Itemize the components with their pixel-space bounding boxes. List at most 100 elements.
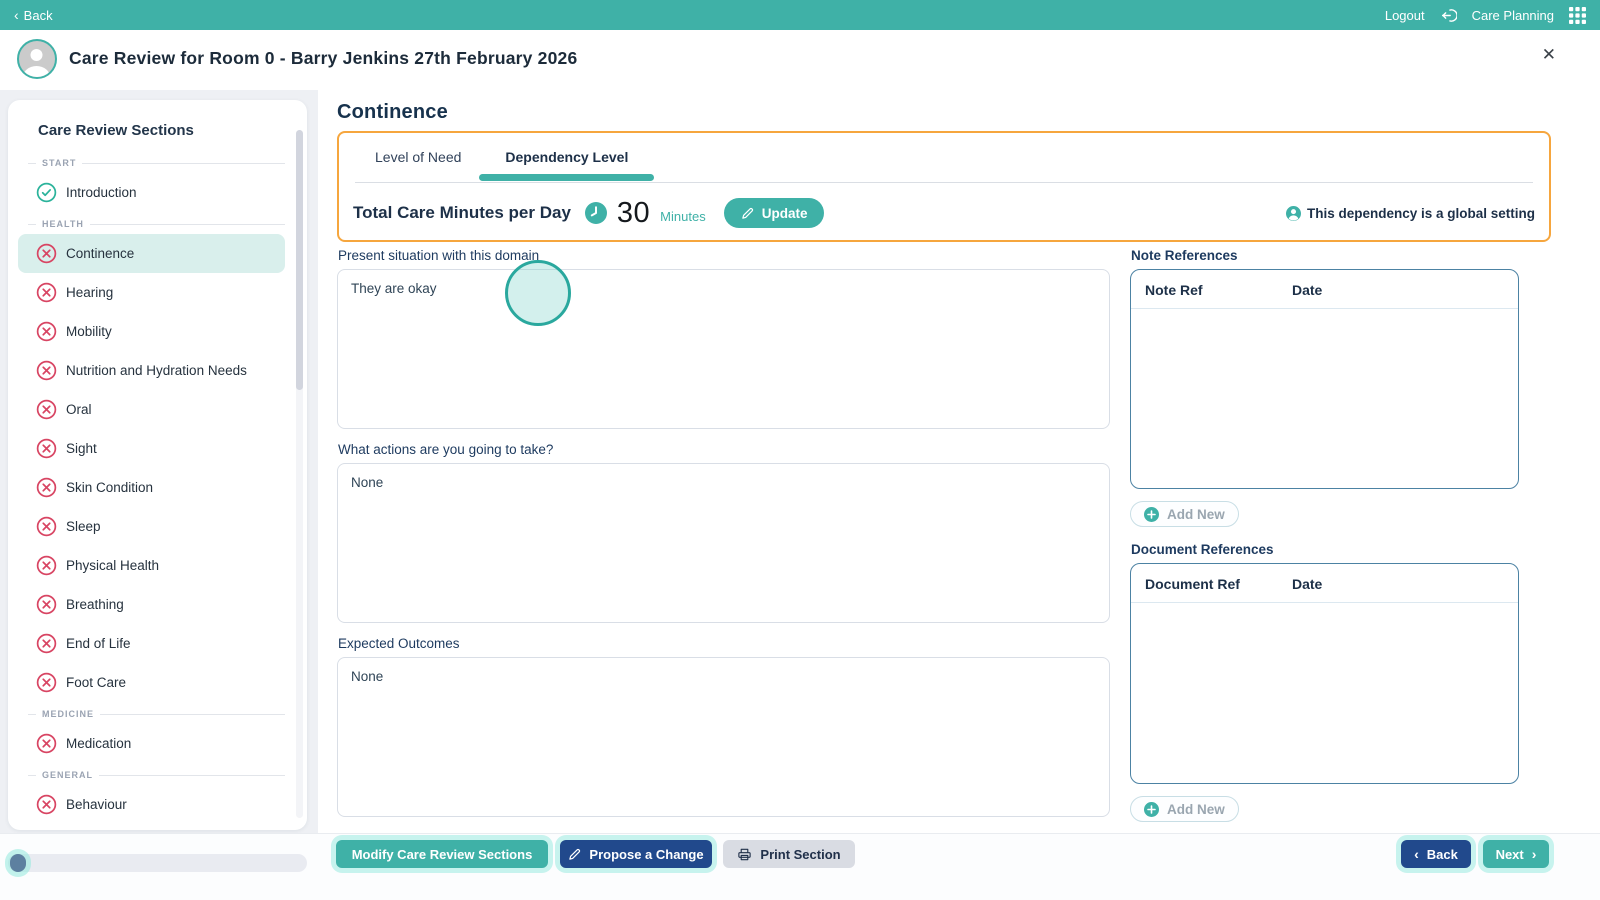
sidebar-item-behaviour[interactable]: Behaviour <box>18 785 285 824</box>
field-textarea-what-actions-are-you-going-to-take[interactable] <box>337 463 1110 623</box>
sidebar-item-label: End of Life <box>66 636 131 651</box>
back-button[interactable]: ‹ Back <box>1401 840 1471 868</box>
references-column: Note References Note Ref Date Add New Do… <box>1130 248 1519 822</box>
field-label-present-situation-with-this-domain: Present situation with this domain <box>338 248 540 263</box>
x-circle-icon <box>36 633 57 654</box>
add-note-reference-button[interactable]: Add New <box>1130 501 1239 527</box>
sidebar-item-hearing[interactable]: Hearing <box>18 273 285 312</box>
sidebar-item-mobility[interactable]: Mobility <box>18 312 285 351</box>
tab-bar: Level of Need Dependency Level <box>339 133 1549 183</box>
sidebar-scrollbar[interactable] <box>296 130 303 818</box>
x-circle-icon <box>36 733 57 754</box>
care-planning-app: ‹ Back Logout Care Planning Care Review … <box>0 0 1600 900</box>
sidebar-item-label: Nutrition and Hydration Needs <box>66 363 247 378</box>
workspace: Care Review Sections START Introduction HE… <box>0 90 1600 833</box>
total-care-minutes-label: Total Care Minutes per Day <box>353 203 571 222</box>
sidebar-item-sleep[interactable]: Sleep <box>18 507 285 546</box>
document-references-body <box>1131 603 1518 775</box>
footer-bar: Modify Care Review Sections Propose a Ch… <box>0 833 1600 900</box>
sidebar-item-introduction[interactable]: Introduction <box>18 173 285 212</box>
update-button[interactable]: Update <box>723 198 825 228</box>
care-minutes-value: 30 <box>616 196 651 229</box>
sidebar-item-label: Physical Health <box>66 558 160 573</box>
sidebar-item-label: Behaviour <box>66 797 127 812</box>
field-textarea-present-situation-with-this-domain[interactable] <box>337 269 1110 429</box>
note-references-title: Note References <box>1131 248 1238 263</box>
topbar-back-button[interactable]: ‹ Back <box>14 8 53 23</box>
sidebar-item-breathing[interactable]: Breathing <box>18 585 285 624</box>
section-group-label-general: GENERAL <box>8 763 307 785</box>
plus-circle-icon <box>1144 506 1159 522</box>
app-name-label: Care Planning <box>1471 7 1554 23</box>
document-references-table: Document Ref Date <box>1130 563 1519 784</box>
x-circle-icon <box>36 243 57 264</box>
check-circle-icon <box>36 182 57 203</box>
sidebar-item-foot-care[interactable]: Foot Care <box>18 663 285 702</box>
horizontal-scrollbar[interactable] <box>8 854 307 872</box>
sidebar-item-label: Breathing <box>66 597 124 612</box>
sidebar-item-physical-health[interactable]: Physical Health <box>18 546 285 585</box>
add-document-reference-button[interactable]: Add New <box>1130 796 1239 822</box>
pencil-icon <box>568 848 581 861</box>
section-group-label-health: HEALTH <box>8 212 307 234</box>
propose-a-change-button[interactable]: Propose a Change <box>560 840 712 868</box>
sidebar-item-oral[interactable]: Oral <box>18 390 285 429</box>
sidebar-title: Care Review Sections <box>38 122 194 139</box>
note-references-table: Note Ref Date <box>1130 269 1519 489</box>
chevron-left-icon: ‹ <box>14 7 19 23</box>
x-circle-icon <box>36 321 57 342</box>
x-circle-icon <box>36 282 57 303</box>
x-circle-icon <box>36 555 57 576</box>
sidebar-item-label: Sight <box>66 441 97 456</box>
sidebar-scrollbar-thumb[interactable] <box>296 130 303 390</box>
document-references-header: Document Ref Date <box>1131 564 1518 603</box>
sidebar-item-label: Hearing <box>66 285 114 300</box>
sidebar-item-end-of-life[interactable]: End of Life <box>18 624 285 663</box>
care-review-sections-panel: Care Review Sections START Introduction HE… <box>8 100 307 830</box>
sidebar-item-label: Foot Care <box>66 675 127 690</box>
tab-divider <box>355 182 1533 183</box>
next-button[interactable]: Next › <box>1483 840 1549 868</box>
note-references-body <box>1131 309 1518 481</box>
topbar-back-label: Back <box>23 7 53 23</box>
x-circle-icon <box>36 360 57 381</box>
x-circle-icon <box>36 794 57 815</box>
sidebar-item-skin-condition[interactable]: Skin Condition <box>18 468 285 507</box>
x-circle-icon <box>36 594 57 615</box>
logout-icon[interactable] <box>1440 7 1457 24</box>
main-content: Continence Level of Need Dependency Leve… <box>318 90 1600 833</box>
horizontal-scrollbar-thumb[interactable] <box>10 854 26 872</box>
x-circle-icon <box>36 399 57 420</box>
field-label-expected-outcomes: Expected Outcomes <box>338 636 460 651</box>
document-references-title: Document References <box>1131 542 1274 557</box>
column-note-ref: Note Ref <box>1145 282 1203 298</box>
sidebar-item-sight[interactable]: Sight <box>18 429 285 468</box>
sidebar-item-continence[interactable]: Continence <box>18 234 285 273</box>
section-group-label-medicine: MEDICINE <box>8 702 307 724</box>
modify-care-review-sections-button[interactable]: Modify Care Review Sections <box>336 840 548 868</box>
sidebar-item-label: Continence <box>66 246 135 261</box>
dependency-panel: Level of Need Dependency Level Total Car… <box>337 131 1551 242</box>
note-references-header: Note Ref Date <box>1131 270 1518 309</box>
printer-icon <box>737 847 752 862</box>
print-section-button[interactable]: Print Section <box>723 840 855 868</box>
field-textarea-expected-outcomes[interactable] <box>337 657 1110 817</box>
section-group-label-start: START <box>8 151 307 173</box>
sidebar-item-nutrition-and-hydration-needs[interactable]: Nutrition and Hydration Needs <box>18 351 285 390</box>
logout-link[interactable]: Logout <box>1385 8 1425 23</box>
global-setting-note: This dependency is a global setting <box>1285 205 1535 221</box>
document-references-block: Document References Document Ref Date Ad… <box>1130 542 1519 822</box>
care-minutes-unit: Minutes <box>660 208 706 224</box>
pencil-icon <box>741 207 754 220</box>
dependency-row: Total Care Minutes per Day 30 Minutes Up… <box>353 191 1535 235</box>
plus-circle-icon <box>1144 801 1159 817</box>
apps-grid-icon[interactable] <box>1569 6 1586 24</box>
tab-dependency-level[interactable]: Dependency Level <box>479 149 655 181</box>
tab-level-of-need[interactable]: Level of Need <box>375 149 461 178</box>
chevron-right-icon: › <box>1531 846 1537 862</box>
column-document-date: Date <box>1292 576 1323 592</box>
x-circle-icon <box>36 438 57 459</box>
section-title: Continence <box>337 101 448 123</box>
close-icon[interactable]: ✕ <box>1542 46 1556 63</box>
sidebar-item-medication[interactable]: Medication <box>18 724 285 763</box>
